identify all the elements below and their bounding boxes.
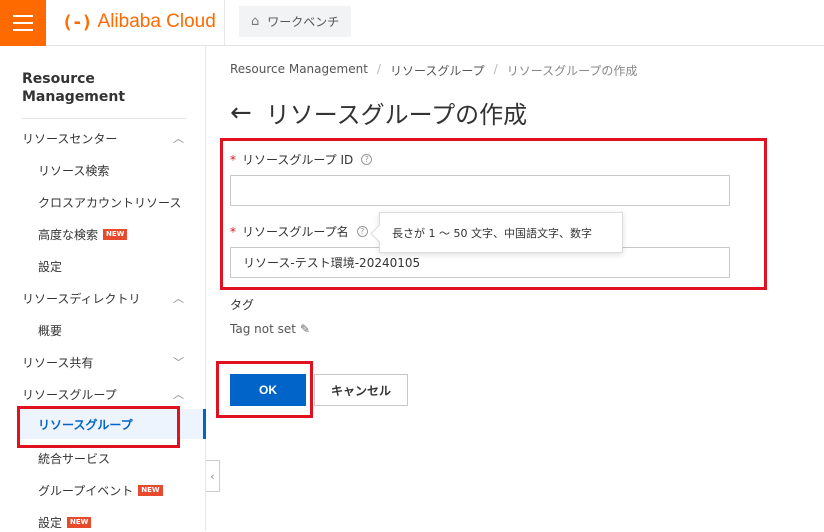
sidebar-item-label: 設定: [38, 259, 63, 274]
sidebar-group-resource-sharing[interactable]: リソース共有 ﹀: [22, 352, 184, 372]
tag-value[interactable]: Tag not set ✎: [230, 322, 310, 336]
active-indicator: [203, 409, 206, 439]
sidebar-title: Resource Management: [22, 71, 126, 105]
home-icon: ⌂: [251, 14, 260, 29]
sidebar-group-resource-groups[interactable]: リソースグループ ︿: [22, 384, 184, 404]
chevron-down-icon: ﹀: [173, 356, 184, 369]
sidebar-group-resource-directory[interactable]: リソースディレクトリ ︿: [22, 288, 184, 308]
breadcrumb-separator: /: [376, 62, 381, 76]
sidebar-item-label: 高度な検索: [38, 227, 99, 242]
sidebar-item-label: 概要: [38, 323, 63, 338]
sidebar-divider: [22, 118, 186, 119]
hamburger-icon[interactable]: [0, 0, 46, 46]
breadcrumb: Resource Management / リソースグループ / リソースグルー…: [230, 62, 637, 79]
pencil-icon[interactable]: ✎: [300, 322, 310, 336]
sidebar-item-cross-account[interactable]: クロスアカウントリソース: [38, 192, 181, 212]
breadcrumb-item-current: リソースグループの作成: [506, 64, 638, 78]
highlight-box-sidebar: [17, 406, 180, 448]
sidebar-group-resource-center[interactable]: リソースセンター ︿: [22, 128, 184, 148]
sidebar-item-overview[interactable]: 概要: [38, 320, 62, 340]
sidebar-item-advanced-search[interactable]: 高度な検索 NEW: [38, 224, 128, 244]
header-divider: [224, 0, 225, 46]
page-title: ← リソースグループの作成: [230, 95, 527, 130]
sidebar-item-settings-2[interactable]: 設定 NEW: [38, 512, 92, 532]
sidebar-item-resource-search[interactable]: リソース検索: [38, 160, 109, 180]
sidebar-group-label: リソースセンター: [22, 131, 118, 146]
sidebar-item-group-events[interactable]: グループイベント NEW: [38, 480, 163, 500]
tag-label: タグ: [230, 298, 255, 312]
cancel-button[interactable]: キャンセル: [314, 374, 408, 406]
sidebar-collapse-handle[interactable]: ‹: [206, 460, 220, 492]
new-badge: NEW: [138, 484, 163, 496]
sidebar-item-settings[interactable]: 設定: [38, 256, 62, 276]
sidebar-item-label: クロスアカウントリソース: [38, 195, 182, 210]
workbench-label: ワークベンチ: [267, 15, 340, 29]
logo-text: Alibaba Cloud: [97, 11, 216, 32]
back-arrow-icon[interactable]: ←: [230, 98, 252, 128]
page-title-text: リソースグループの作成: [265, 101, 528, 129]
workbench-button[interactable]: ⌂ ワークベンチ: [239, 6, 352, 37]
alibaba-cloud-logo[interactable]: (-) Alibaba Cloud: [62, 9, 216, 35]
sidebar-group-label: リソースグループ: [22, 387, 117, 402]
chevron-up-icon: ︿: [173, 292, 184, 305]
breadcrumb-item[interactable]: リソースグループ: [390, 62, 485, 79]
sidebar-group-label: リソースディレクトリ: [22, 291, 141, 306]
sidebar-item-label: グループイベント: [38, 483, 134, 498]
logo-mark: (-): [62, 11, 92, 33]
breadcrumb-separator: /: [493, 62, 498, 76]
top-bar: (-) Alibaba Cloud ⌂ ワークベンチ: [0, 0, 824, 46]
chevron-up-icon: ︿: [173, 132, 184, 145]
highlight-box-form: [220, 138, 767, 290]
chevron-up-icon: ︿: [173, 388, 184, 401]
highlight-box-ok: [216, 361, 313, 418]
new-badge: NEW: [103, 228, 128, 240]
tag-value-text: Tag not set: [230, 322, 296, 336]
sidebar-item-integrated-services[interactable]: 統合サービス: [38, 448, 110, 468]
breadcrumb-item[interactable]: Resource Management: [230, 62, 368, 79]
sidebar-item-label: リソース検索: [38, 163, 110, 178]
sidebar-item-label: 設定: [38, 515, 63, 530]
chevron-left-icon: ‹: [210, 469, 215, 483]
sidebar-group-label: リソース共有: [22, 355, 94, 370]
new-badge: NEW: [67, 516, 92, 528]
sidebar-item-label: 統合サービス: [38, 451, 111, 466]
